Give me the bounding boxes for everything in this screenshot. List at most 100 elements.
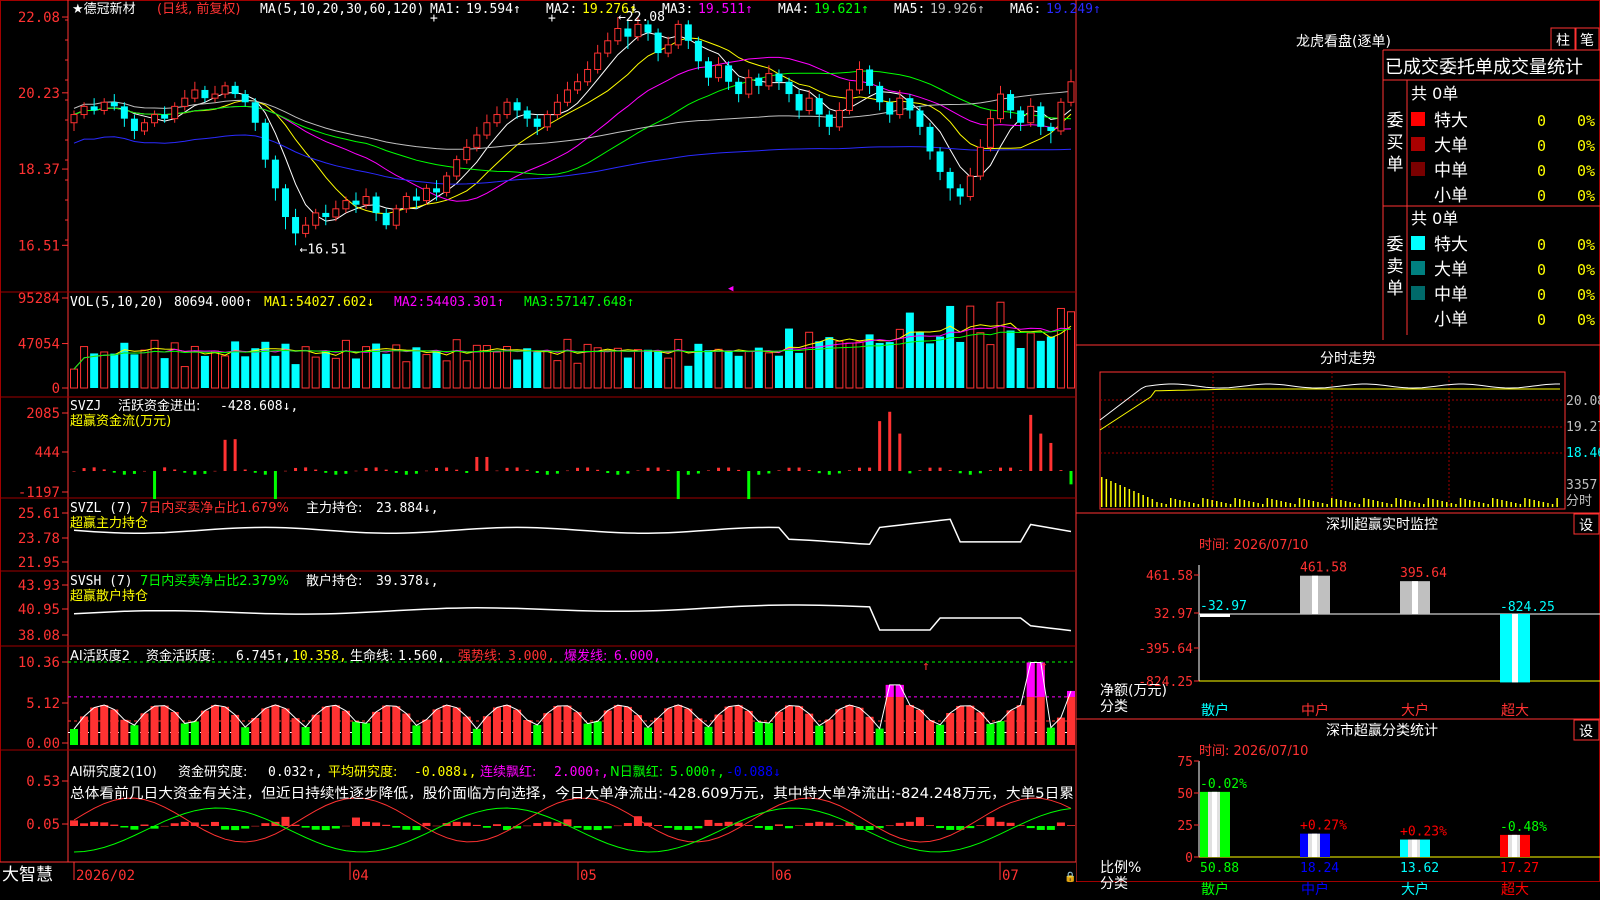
activity-bar [623, 706, 632, 745]
candle-body [453, 159, 461, 177]
research-bar [774, 824, 783, 826]
fenshi-vol-bar [1528, 499, 1531, 507]
activity-bar [915, 709, 924, 745]
volume-bar [271, 355, 280, 388]
candle-body [835, 109, 843, 128]
flow-bar [918, 470, 922, 471]
ss-settings-label[interactable]: 设 [1579, 724, 1593, 740]
research-bar [785, 826, 794, 829]
fenshi-vol-bar [1469, 500, 1471, 507]
flow-bar [424, 470, 428, 472]
research-bar [825, 822, 834, 826]
sz-bar-highlight [1512, 614, 1518, 683]
activity-bar [402, 713, 411, 745]
sell-side-label: 单 [1387, 279, 1404, 299]
buy-swatch [1411, 162, 1425, 176]
lock-icon: 🔒 [1064, 871, 1076, 883]
svsh-label2: 散户持仓: [306, 573, 362, 589]
vol-title: VOL(5,10,20) [70, 295, 164, 310]
fenshi-vol-bar [1450, 503, 1453, 507]
x-axis-label: 05 [580, 868, 597, 884]
fenshi-vol-bar [1147, 497, 1149, 507]
volume-bar [563, 338, 572, 389]
x-axis-label: 07 [1002, 868, 1019, 884]
volume-bar [442, 360, 451, 389]
fenshi-vol-bar [1367, 499, 1370, 507]
x-axis-label: 06 [775, 868, 792, 884]
sz-xlabel: 分类 [1100, 699, 1128, 715]
volume-bar [986, 344, 995, 389]
candle-body [181, 97, 189, 107]
research-bar [946, 826, 955, 830]
flow-bar [888, 411, 892, 471]
research-bar [130, 826, 139, 830]
research-bar [301, 826, 310, 828]
sell-swatch [1411, 261, 1425, 275]
flow-bar [475, 456, 479, 471]
x-axis-label: 04 [352, 868, 369, 884]
ss-xlabel: 分类 [1100, 876, 1128, 892]
activity-bar [905, 705, 914, 745]
research-bar [110, 824, 119, 826]
fenshi-vol-bar [1510, 502, 1512, 507]
candle-body [624, 28, 632, 37]
bi-button-label[interactable]: 笔 [1580, 33, 1594, 49]
candle-body [644, 24, 652, 33]
ai2-label: 资金研究度: [178, 764, 247, 780]
fenshi-vol-bar [1197, 504, 1200, 507]
ss-cat-label: 超大 [1501, 882, 1529, 898]
sell-swatch [1411, 311, 1425, 325]
candle-body [956, 188, 964, 197]
activity-bar [200, 710, 209, 745]
activity-bar [754, 721, 763, 745]
fenshi-vol-bar [1119, 485, 1121, 507]
zhu-button-label[interactable]: 柱 [1556, 33, 1570, 49]
volume-bar [362, 346, 371, 389]
ma-value-5: 19.926↑ [930, 2, 985, 17]
flow-bar [576, 467, 580, 471]
buy-row-name: 特大 [1434, 111, 1468, 131]
activity-bar [412, 725, 421, 745]
volume-bar [140, 349, 149, 389]
ss-bar-shine [1212, 791, 1217, 857]
ai2-tick-label: 0.53 [26, 774, 60, 790]
fenshi-unit: 分时 [1566, 494, 1592, 509]
activity-bar [241, 727, 250, 745]
fenshi-vol-bar [1505, 501, 1508, 507]
price-tick-label: 22.08 [18, 10, 60, 26]
activity-bar [633, 715, 642, 745]
period-mode[interactable]: (日线, 前复权) [157, 1, 240, 17]
flow-bar [626, 471, 630, 474]
flow-bar [1039, 433, 1043, 471]
activity-bar [472, 728, 481, 745]
price-tick-label: 16.51 [18, 238, 60, 254]
fenshi-vol-tick: 3357 [1566, 478, 1597, 493]
ai1-v2: 10.358, [292, 649, 347, 664]
flow-bar [757, 471, 761, 475]
research-bar [251, 825, 260, 827]
research-bar [70, 820, 78, 826]
sell-swatch [1411, 236, 1425, 250]
ai2-comment: 总体看前几日大资金有关注，但近日持续性逐步降低，股价面临方向选择，今日大单净流出… [70, 785, 1074, 802]
volume-bar [603, 349, 612, 389]
fenshi-vol-bar [1413, 502, 1416, 507]
volume-bar [633, 349, 642, 389]
candle-body [704, 61, 712, 78]
flow-bar [344, 471, 348, 474]
research-bar [261, 823, 270, 826]
activity-bar [523, 720, 532, 745]
candle-body [201, 89, 209, 99]
flow-bar [364, 467, 368, 471]
candle-body [775, 73, 783, 82]
ai1-v3: 1.560, [398, 649, 445, 664]
fenshi-vol-bar [1344, 501, 1347, 507]
ai1-v1: 6.745↑, [236, 649, 291, 664]
ss-bar-shine [1312, 833, 1317, 857]
candle-body [694, 40, 702, 62]
volume-bar [936, 336, 945, 388]
fenshi-vol-bar [1216, 501, 1218, 507]
ai1-tick-label: 10.36 [18, 655, 60, 671]
sz-settings-label[interactable]: 设 [1579, 518, 1593, 534]
buy-row-pct: 0% [1577, 162, 1595, 180]
buy-row-qty: 0 [1537, 137, 1546, 155]
